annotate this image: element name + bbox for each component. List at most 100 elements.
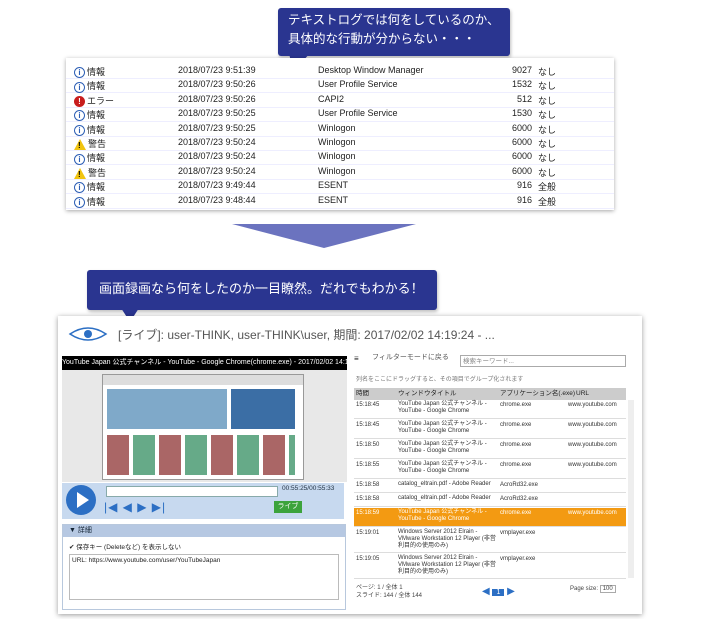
log-category: なし [538, 67, 557, 77]
log-row: i 情報 2018/07/23 9:50:25 User Profile Servic… [66, 107, 614, 123]
log-datetime: 2018/07/23 9:50:26 [178, 79, 256, 90]
row-window: YouTube Japan 公式チャンネル - YouTube - Google… [398, 401, 487, 414]
filter-mode-button[interactable]: フィルターモードに戻る [372, 352, 449, 362]
row-time: 15:18:45 [356, 402, 380, 408]
info-icon: i [74, 153, 85, 165]
log-category: なし [538, 81, 557, 92]
banner-thumb [231, 389, 295, 429]
pager-line-1: ページ: 1 / 全体 1 [356, 585, 403, 591]
row-time: 15:18:58 [356, 482, 380, 488]
detail-header[interactable]: ▼ 詳細 [63, 525, 345, 537]
log-datetime: 2018/07/23 9:50:24 [178, 165, 256, 176]
row-app: vmplayer.exe [500, 530, 536, 536]
warning-icon: ! [74, 139, 86, 151]
log-level: 情報 [87, 81, 106, 92]
row-window: catalog_eltrain.pdf - Adobe Reader [398, 495, 491, 501]
log-event-id: 1530 [511, 108, 532, 119]
log-source: User Profile Service [318, 108, 398, 119]
activity-list-panel: ≡ フィルターモードに戻る 検索キーワード... 列名をここにドラッグすると、そ… [352, 340, 636, 610]
table-row[interactable]: 15:18:45 YouTube Japan 公式チャンネル - YouTube … [354, 420, 626, 439]
table-row[interactable]: 15:18:50 YouTube Japan 公式チャンネル - YouTube … [354, 440, 626, 459]
log-row: i 情報 2018/07/23 9:50:24 Winlogon 6000 なし [66, 150, 614, 166]
row-url: www.youtube.com [568, 510, 617, 516]
info-icon: i [74, 67, 85, 79]
log-category: 全般 [538, 196, 557, 207]
table-row[interactable]: 15:18:45 YouTube Japan 公式チャンネル - YouTube … [354, 400, 626, 419]
video-player[interactable]: YouTube Japan 公式チャンネル - YouTube - Google… [62, 356, 347, 482]
log-datetime: 2018/07/23 9:50:25 [178, 122, 256, 133]
recording-viewer-window: [ライブ]: user-THINK, user-THINK\user, 期間: … [58, 316, 642, 614]
col-time[interactable]: 時間 [356, 388, 369, 400]
info-icon: i [74, 182, 85, 194]
col-url[interactable]: URL [576, 388, 589, 400]
row-window: Windows Server 2012 Elrain - VMware Work… [398, 529, 496, 549]
log-datetime: 2018/07/23 9:50:24 [178, 151, 256, 162]
live-button[interactable]: ライブ [274, 501, 302, 513]
table-row[interactable]: 15:18:59 YouTube Japan 公式チャンネル - YouTube … [354, 508, 626, 527]
col-window[interactable]: ウィンドウタイトル [398, 388, 457, 400]
log-source: ESENT [318, 194, 349, 205]
log-level: 情報 [87, 196, 106, 207]
callout-line-1: テキストログでは何をしているのか、 [288, 12, 500, 27]
log-source: Desktop Window Manager [318, 65, 424, 75]
log-level: 情報 [87, 110, 106, 121]
eye-logo-icon [68, 327, 108, 341]
log-row: i 情報 2018/07/23 9:50:25 Winlogon 6000 なし [66, 122, 614, 137]
log-source: CAPI2 [318, 93, 345, 104]
log-row: i 情報 2018/07/23 9:51:39 Desktop Window Mana… [66, 64, 614, 79]
table-row[interactable]: 15:19:05 Windows Server 2012 Elrain - VMw… [354, 554, 626, 579]
down-arrow-icon [232, 224, 416, 248]
row-window: YouTube Japan 公式チャンネル - YouTube - Google… [398, 421, 487, 434]
log-row: ! エラー 2018/07/23 9:50:26 CAPI2 512 なし [66, 93, 614, 108]
table-row[interactable]: 15:18:58 catalog_eltrain.pdf - Adobe Read… [354, 480, 626, 493]
thumbnails-row [107, 435, 295, 475]
table-row[interactable]: 15:18:58 catalog_eltrain.pdf - Adobe Read… [354, 494, 626, 507]
hide-keys-checkbox[interactable]: ✔ 保存キー (Deleteなど) を表示しない [63, 537, 345, 551]
page-number[interactable]: 1 [492, 589, 505, 596]
log-level: 情報 [87, 124, 106, 135]
log-event-id: 512 [516, 93, 532, 104]
video-screen[interactable] [62, 370, 347, 482]
row-app: AcroRd32.exe [500, 482, 539, 488]
browser-toolbar [103, 375, 303, 385]
detail-url: URL: https://www.youtube.com/user/YouTub… [69, 554, 339, 600]
callout-line-2: 具体的な行動が分からない・・・ [288, 31, 476, 46]
page-navigation[interactable]: ◀ 1 ▶ [482, 586, 515, 597]
table-header: 時間 ウィンドウタイトル アプリケーション名(.exe) URL [354, 388, 626, 400]
callout-screen-recording: 画面録画なら何をしたのか一目瞭然。だれでもわかる！ [87, 270, 437, 322]
row-app: chrome.exe [500, 422, 532, 428]
table-row[interactable]: 15:18:55 YouTube Japan 公式チャンネル - YouTube … [354, 460, 626, 479]
log-level: 警告 [88, 139, 107, 149]
row-window: YouTube Japan 公式チャンネル - YouTube - Google… [398, 509, 487, 522]
browser-window-thumbnail [102, 374, 304, 480]
video-title: YouTube Japan 公式チャンネル - YouTube - Google… [62, 356, 347, 370]
navigation-buttons[interactable]: |◀ ◀ ▶ ▶| [104, 500, 166, 514]
row-time: 15:18:55 [356, 462, 380, 468]
log-category: なし [538, 167, 557, 178]
log-datetime: 2018/07/23 9:51:39 [178, 65, 256, 75]
search-input[interactable]: 検索キーワード... [460, 355, 626, 367]
video-thumb [107, 389, 227, 429]
table-row[interactable]: 15:19:01 Windows Server 2012 Elrain - VMw… [354, 528, 626, 553]
row-time: 15:18:58 [356, 496, 380, 502]
seek-bar[interactable] [106, 486, 278, 497]
log-source: User Profile Service [318, 79, 398, 90]
row-time: 15:19:05 [356, 556, 380, 562]
info-icon: i [74, 81, 85, 93]
vertical-scrollbar[interactable] [628, 400, 634, 578]
row-url: www.youtube.com [568, 402, 617, 408]
row-window: catalog_eltrain.pdf - Adobe Reader [398, 481, 491, 487]
play-button[interactable] [66, 485, 96, 515]
info-icon: i [74, 124, 85, 136]
pager-info: ページ: 1 / 全体 1 スライド: 144 / 全体 144 [356, 584, 422, 600]
log-datetime: 2018/07/23 9:50:25 [178, 108, 256, 119]
col-app[interactable]: アプリケーション名(.exe) [500, 388, 575, 400]
log-event-id: 6000 [511, 151, 532, 162]
filter-icon[interactable]: ≡ [354, 354, 368, 364]
row-window: Windows Server 2012 Elrain - VMware Work… [398, 555, 496, 575]
log-category: なし [538, 153, 557, 164]
log-row: ! 警告 2018/07/23 9:50:24 Winlogon 6000 なし [66, 136, 614, 151]
page-size-select[interactable]: 100 [599, 585, 616, 593]
log-datetime: 2018/07/23 9:49:44 [178, 180, 256, 191]
log-datetime: 2018/07/23 9:50:24 [178, 137, 256, 147]
